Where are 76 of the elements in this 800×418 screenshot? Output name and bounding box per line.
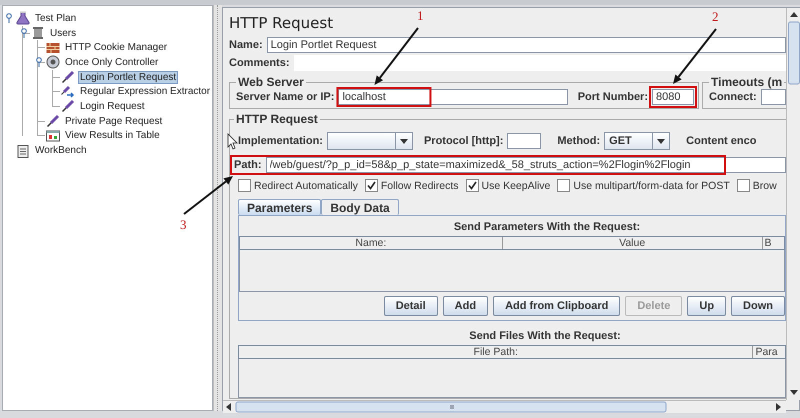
- column-header: File Path:: [239, 346, 754, 358]
- tree-item[interactable]: Regular Expression Extractor: [60, 84, 212, 100]
- column-header: Value: [502, 237, 763, 249]
- comments-field[interactable]: [294, 55, 786, 71]
- clipboard-icon: [16, 144, 30, 158]
- action-button[interactable]: Add from Clipboard: [493, 296, 620, 316]
- checkbox[interactable]: [238, 179, 251, 192]
- tree-item[interactable]: Once Only Controller: [45, 54, 164, 70]
- checkbox-label: Brow: [752, 180, 777, 192]
- field-label: Connect:: [709, 91, 757, 103]
- tree-item[interactable]: HTTP Cookie Manager: [45, 40, 172, 56]
- field-label: Method:: [557, 135, 600, 147]
- checkbox-label: Redirect Automatically: [254, 180, 358, 192]
- expander-icon[interactable]: [4, 13, 14, 24]
- group-title: HTTP Request: [235, 112, 319, 126]
- chart-window-icon: [46, 128, 60, 143]
- highlight-box: [649, 86, 697, 108]
- checkbox[interactable]: [736, 179, 750, 192]
- mouse-cursor-icon: [228, 133, 238, 150]
- tree-item[interactable]: WorkBench: [15, 142, 92, 159]
- field-label: Server Name or IP:: [236, 91, 334, 103]
- column-header: Name:: [240, 237, 503, 249]
- pipette-arrow-icon: [61, 84, 75, 99]
- checkbox-label: Follow Redirects: [380, 180, 458, 192]
- tab[interactable]: Parameters: [238, 199, 322, 215]
- flask-icon: [16, 11, 30, 26]
- column-header: Para: [754, 346, 779, 358]
- section-heading: Send Parameters With the Request:: [452, 221, 642, 233]
- text-field[interactable]: [760, 89, 786, 105]
- field-label: Comments:: [229, 57, 290, 69]
- field-label: Implementation:: [238, 135, 323, 147]
- annotation-number: 2: [712, 9, 718, 24]
- checkbox[interactable]: [466, 179, 478, 192]
- checkbox-label: Use KeepAlive: [482, 180, 550, 192]
- annotation-number: 1: [417, 8, 424, 23]
- field-label: Port Number:: [578, 91, 648, 103]
- expander-icon[interactable]: [34, 57, 44, 68]
- tree-item[interactable]: Login Request: [60, 98, 150, 114]
- text-field[interactable]: /web/guest/?p_p_id=58&p_p_state=maximized&_58_struts_action=%2Flogin%2Flogin: [266, 157, 786, 173]
- dropdown[interactable]: GET: [604, 132, 670, 150]
- tree-item[interactable]: View Results in Table: [45, 128, 165, 144]
- annotation-number: 3: [180, 217, 186, 232]
- brick-icon: [46, 40, 60, 55]
- action-button[interactable]: Add: [442, 296, 488, 316]
- spool-icon: [31, 26, 45, 40]
- splitter[interactable]: [213, 5, 222, 411]
- action-button[interactable]: Down: [731, 296, 785, 316]
- action-button[interactable]: Up: [687, 296, 726, 316]
- tree-item[interactable]: Private Page Request: [45, 113, 168, 130]
- column-header: B: [764, 237, 773, 249]
- text-field[interactable]: localhost: [338, 89, 568, 105]
- arrow: [183, 176, 233, 215]
- dial-icon: [46, 55, 60, 70]
- checkbox-label: Use multipart/form-data for POST: [573, 180, 730, 192]
- text-field[interactable]: 8080: [652, 89, 694, 105]
- dropdown[interactable]: [326, 132, 413, 150]
- text-field[interactable]: [507, 133, 542, 149]
- action-button[interactable]: Detail: [384, 296, 438, 316]
- pipette-icon: [61, 99, 75, 114]
- text-field[interactable]: Login Portlet Request: [266, 37, 786, 53]
- section-heading: Send Files With the Request:: [468, 330, 622, 342]
- checkbox[interactable]: [364, 179, 378, 192]
- pipette-icon: [61, 70, 75, 84]
- expander-icon[interactable]: [19, 28, 29, 38]
- group-title: Timeouts (m: [710, 75, 784, 89]
- tree-item[interactable]: Users: [30, 25, 82, 42]
- field-label: Protocol [http]:: [424, 135, 504, 147]
- group-title: Web Server: [237, 75, 305, 89]
- tree-item[interactable]: Test Plan: [15, 10, 82, 26]
- field-label: Content enco: [686, 135, 756, 147]
- panel-title: HTTP Request: [229, 14, 334, 32]
- checkbox[interactable]: [557, 179, 570, 192]
- pipette-icon: [46, 114, 60, 128]
- tab[interactable]: Body Data: [321, 199, 399, 215]
- field-label: Path:: [234, 159, 262, 171]
- field-label: Name:: [229, 39, 263, 51]
